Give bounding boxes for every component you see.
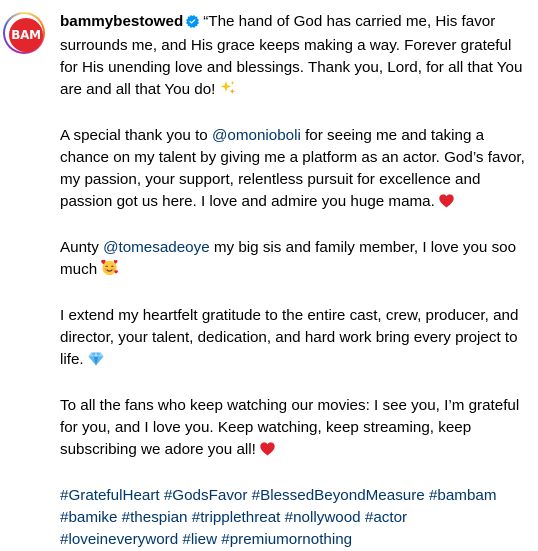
hashtag-link[interactable]: #GratefulHeart	[60, 487, 160, 504]
caption-paragraph-3: Aunty @tomesadeoye my big sis and family…	[60, 237, 530, 283]
mention-omonioboli[interactable]: @omonioboli	[212, 127, 301, 144]
hashtag-link[interactable]: #actor	[365, 509, 407, 526]
hashtag-link[interactable]: #tripplethreat	[192, 509, 281, 526]
caption-text: bammybestowed “The hand of God has carrie…	[60, 11, 530, 551]
avatar-story-ring[interactable]: BAM	[3, 12, 45, 54]
hashtag-link[interactable]: #premiumornothing	[221, 531, 352, 548]
caption-p3-before: Aunty	[60, 239, 104, 256]
caption-p4-text: I extend my heartfelt gratitude to the e…	[60, 307, 519, 368]
instagram-post-caption: BAM bammybestowed “The hand of God has ca…	[0, 0, 538, 548]
avatar[interactable]: BAM	[9, 18, 43, 52]
smiling-face-with-hearts-emoji	[101, 259, 119, 283]
username-link[interactable]: bammybestowed	[60, 13, 183, 30]
red-heart-emoji	[439, 193, 454, 215]
caption-paragraph-5: To all the fans who keep watching our mo…	[60, 395, 530, 463]
hashtag-link[interactable]: #GodsFavor	[164, 487, 248, 504]
hashtag-link[interactable]: #nollywood	[285, 509, 361, 526]
caption-p2-before: A special thank you to	[60, 127, 212, 144]
hashtag-link[interactable]: #liew	[182, 531, 217, 548]
gem-emoji	[88, 351, 104, 373]
hashtag-link[interactable]: #BlessedBeyondMeasure	[252, 487, 425, 504]
caption-p5-text: To all the fans who keep watching our mo…	[60, 397, 520, 458]
caption-hashtags: #GratefulHeart #GodsFavor #BlessedBeyond…	[60, 485, 530, 551]
caption-paragraph-4: I extend my heartfelt gratitude to the e…	[60, 305, 530, 373]
sparkles-emoji	[220, 80, 236, 103]
caption-paragraph-1: bammybestowed “The hand of God has carrie…	[60, 11, 530, 103]
hashtag-link[interactable]: #bamike	[60, 509, 117, 526]
hashtag-link[interactable]: #loveineveryword	[60, 531, 178, 548]
hashtag-link[interactable]: #thespian	[122, 509, 188, 526]
red-heart-emoji	[260, 441, 275, 463]
hashtag-link[interactable]: #bambam	[429, 487, 497, 504]
mention-tomesadeoye[interactable]: @tomesadeoye	[103, 239, 210, 256]
caption-paragraph-2: A special thank you to @omonioboli for s…	[60, 125, 530, 215]
verified-badge-icon	[186, 13, 200, 35]
avatar-ring-gap: BAM	[5, 14, 43, 52]
